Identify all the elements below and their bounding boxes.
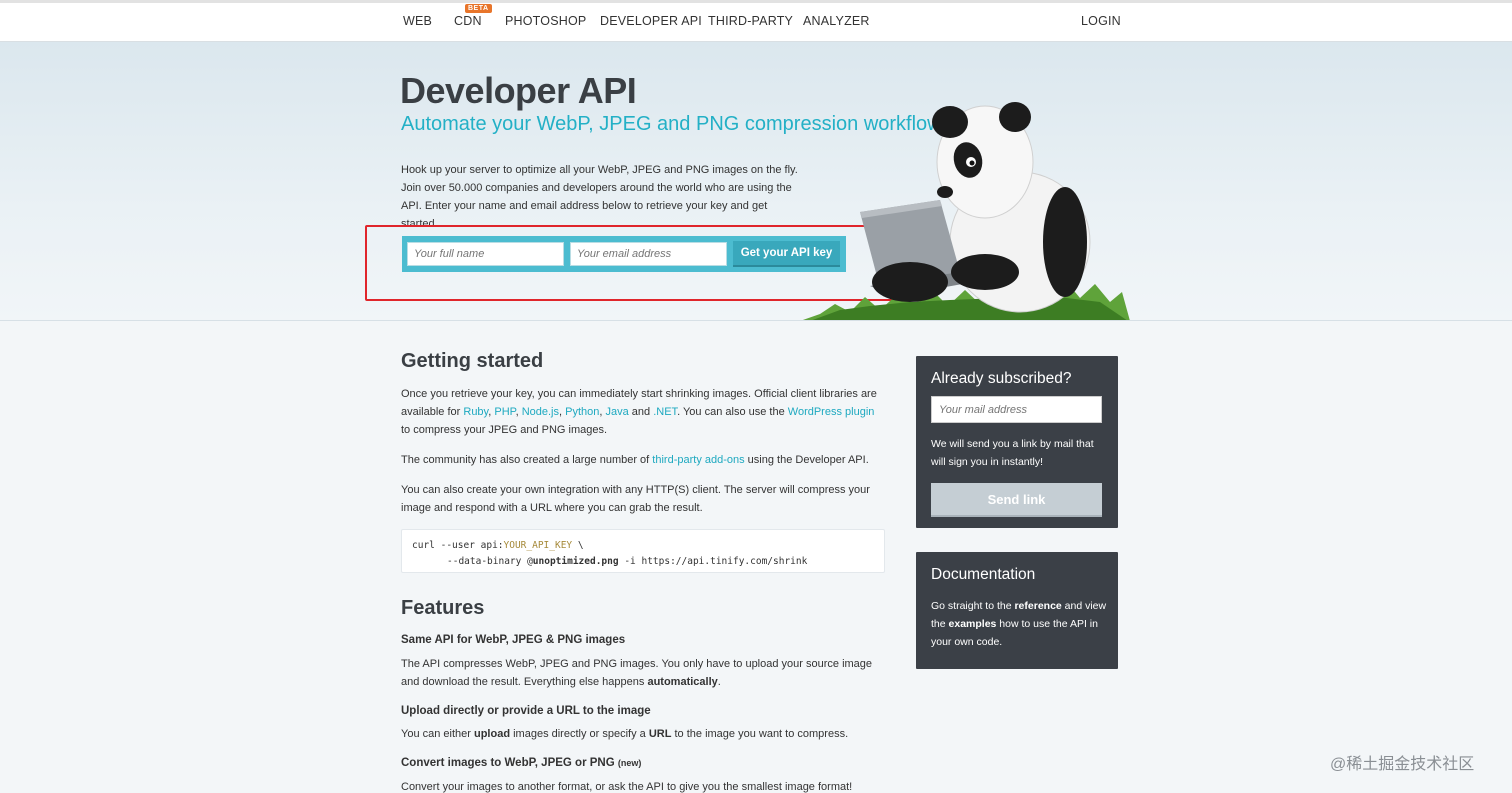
code-filename: unoptimized.png: [532, 556, 619, 567]
dotnet-link[interactable]: .NET: [653, 406, 677, 418]
subscribed-card: Already subscribed? We will send you a l…: [916, 356, 1118, 528]
ruby-link[interactable]: Ruby: [463, 406, 488, 418]
code-text: -i https://api.tinify.com/shrink: [618, 556, 808, 567]
features-heading: Features: [401, 597, 485, 619]
code-line-1: curl --user api:YOUR_API_KEY \: [412, 538, 874, 554]
hero-description: Hook up your server to optimize all your…: [401, 164, 798, 230]
documentation-title: Documentation: [931, 566, 1036, 583]
nav-third-party[interactable]: THIRD-PARTY: [708, 14, 793, 28]
bold-text: upload: [473, 728, 511, 740]
text-span: . You can also use the: [677, 406, 788, 418]
php-link[interactable]: PHP: [494, 406, 515, 418]
nav-photoshop[interactable]: PHOTOSHOP: [505, 14, 586, 28]
nav-analyzer[interactable]: ANALYZER: [803, 14, 870, 28]
examples-link[interactable]: examples: [949, 618, 997, 630]
feature-3-title: Convert images to WebP, JPEG or PNG (new…: [401, 757, 641, 769]
nav-cdn[interactable]: CDN: [454, 14, 482, 28]
code-example: curl --user api:YOUR_API_KEY \ --data-bi…: [401, 529, 885, 573]
code-text: --data-binary @: [447, 556, 533, 567]
community-paragraph: The community has also created a large n…: [401, 451, 886, 469]
code-line-2: --data-binary @unoptimized.png -i https:…: [412, 554, 874, 570]
third-party-addons-link[interactable]: third-party add-ons: [652, 454, 744, 466]
watermark: @稀土掘金技术社区: [1330, 756, 1475, 773]
code-text: \: [572, 540, 584, 551]
panda-illustration: [802, 102, 1130, 320]
integration-paragraph: You can also create your own integration…: [401, 484, 870, 514]
api-key-placeholder: YOUR_API_KEY: [503, 540, 573, 551]
feature-2-title: Upload directly or provide a URL to the …: [401, 705, 651, 717]
java-link[interactable]: Java: [606, 406, 629, 418]
nav-developer-api[interactable]: DEVELOPER API: [600, 14, 702, 28]
mail-address-input[interactable]: [931, 396, 1102, 423]
text-span: Convert images to WebP, JPEG or PNG: [401, 757, 615, 769]
text-span: images directly or specify a: [510, 728, 649, 740]
getting-started-paragraph: Once you retrieve your key, you can imme…: [401, 388, 877, 436]
reference-link[interactable]: reference: [1014, 600, 1061, 612]
subscribed-title: Already subscribed?: [931, 370, 1072, 387]
send-link-button[interactable]: Send link: [931, 483, 1102, 517]
page-title: Developer API: [400, 70, 637, 111]
subscribed-text: We will send you a link by mail that wil…: [931, 438, 1094, 468]
feature-2-text: You can either upload images directly or…: [401, 725, 886, 743]
text-span: .: [717, 676, 721, 688]
feature-3-text: Convert your images to another format, o…: [401, 781, 853, 793]
text-span: to the image you want to compress.: [671, 728, 849, 740]
hero-section: Developer API Automate your WebP, JPEG a…: [0, 42, 1512, 321]
documentation-text: Go straight to the reference and view th…: [931, 597, 1109, 651]
text-span: You can either: [401, 728, 474, 740]
python-link[interactable]: Python: [565, 406, 599, 418]
getting-started-heading: Getting started: [401, 350, 544, 372]
main-nav: WEB CDN BETA PHOTOSHOP DEVELOPER API THI…: [0, 0, 1512, 42]
text-span: Go straight to the: [931, 600, 1015, 612]
text-span: to compress your JPEG and PNG images.: [401, 424, 608, 436]
feature-1-text: The API compresses WebP, JPEG and PNG im…: [401, 655, 886, 691]
nav-login[interactable]: LOGIN: [1081, 14, 1121, 28]
text-span: The community has also created a large n…: [401, 454, 653, 466]
feature-1-title: Same API for WebP, JPEG & PNG images: [401, 634, 626, 646]
new-label: (new): [617, 758, 642, 768]
nav-web[interactable]: WEB: [403, 14, 432, 28]
text-span: The API compresses WebP, JPEG and PNG im…: [401, 658, 873, 688]
code-text: curl --user api:: [412, 540, 504, 551]
documentation-card: Documentation Go straight to the referen…: [916, 552, 1118, 669]
bold-text: URL: [648, 728, 672, 740]
nodejs-link[interactable]: Node.js: [522, 406, 559, 418]
wordpress-plugin-link[interactable]: WordPress plugin: [788, 406, 875, 418]
bold-text: automatically: [647, 676, 718, 688]
beta-badge: BETA: [465, 4, 492, 13]
text-span: using the Developer API.: [744, 454, 869, 466]
